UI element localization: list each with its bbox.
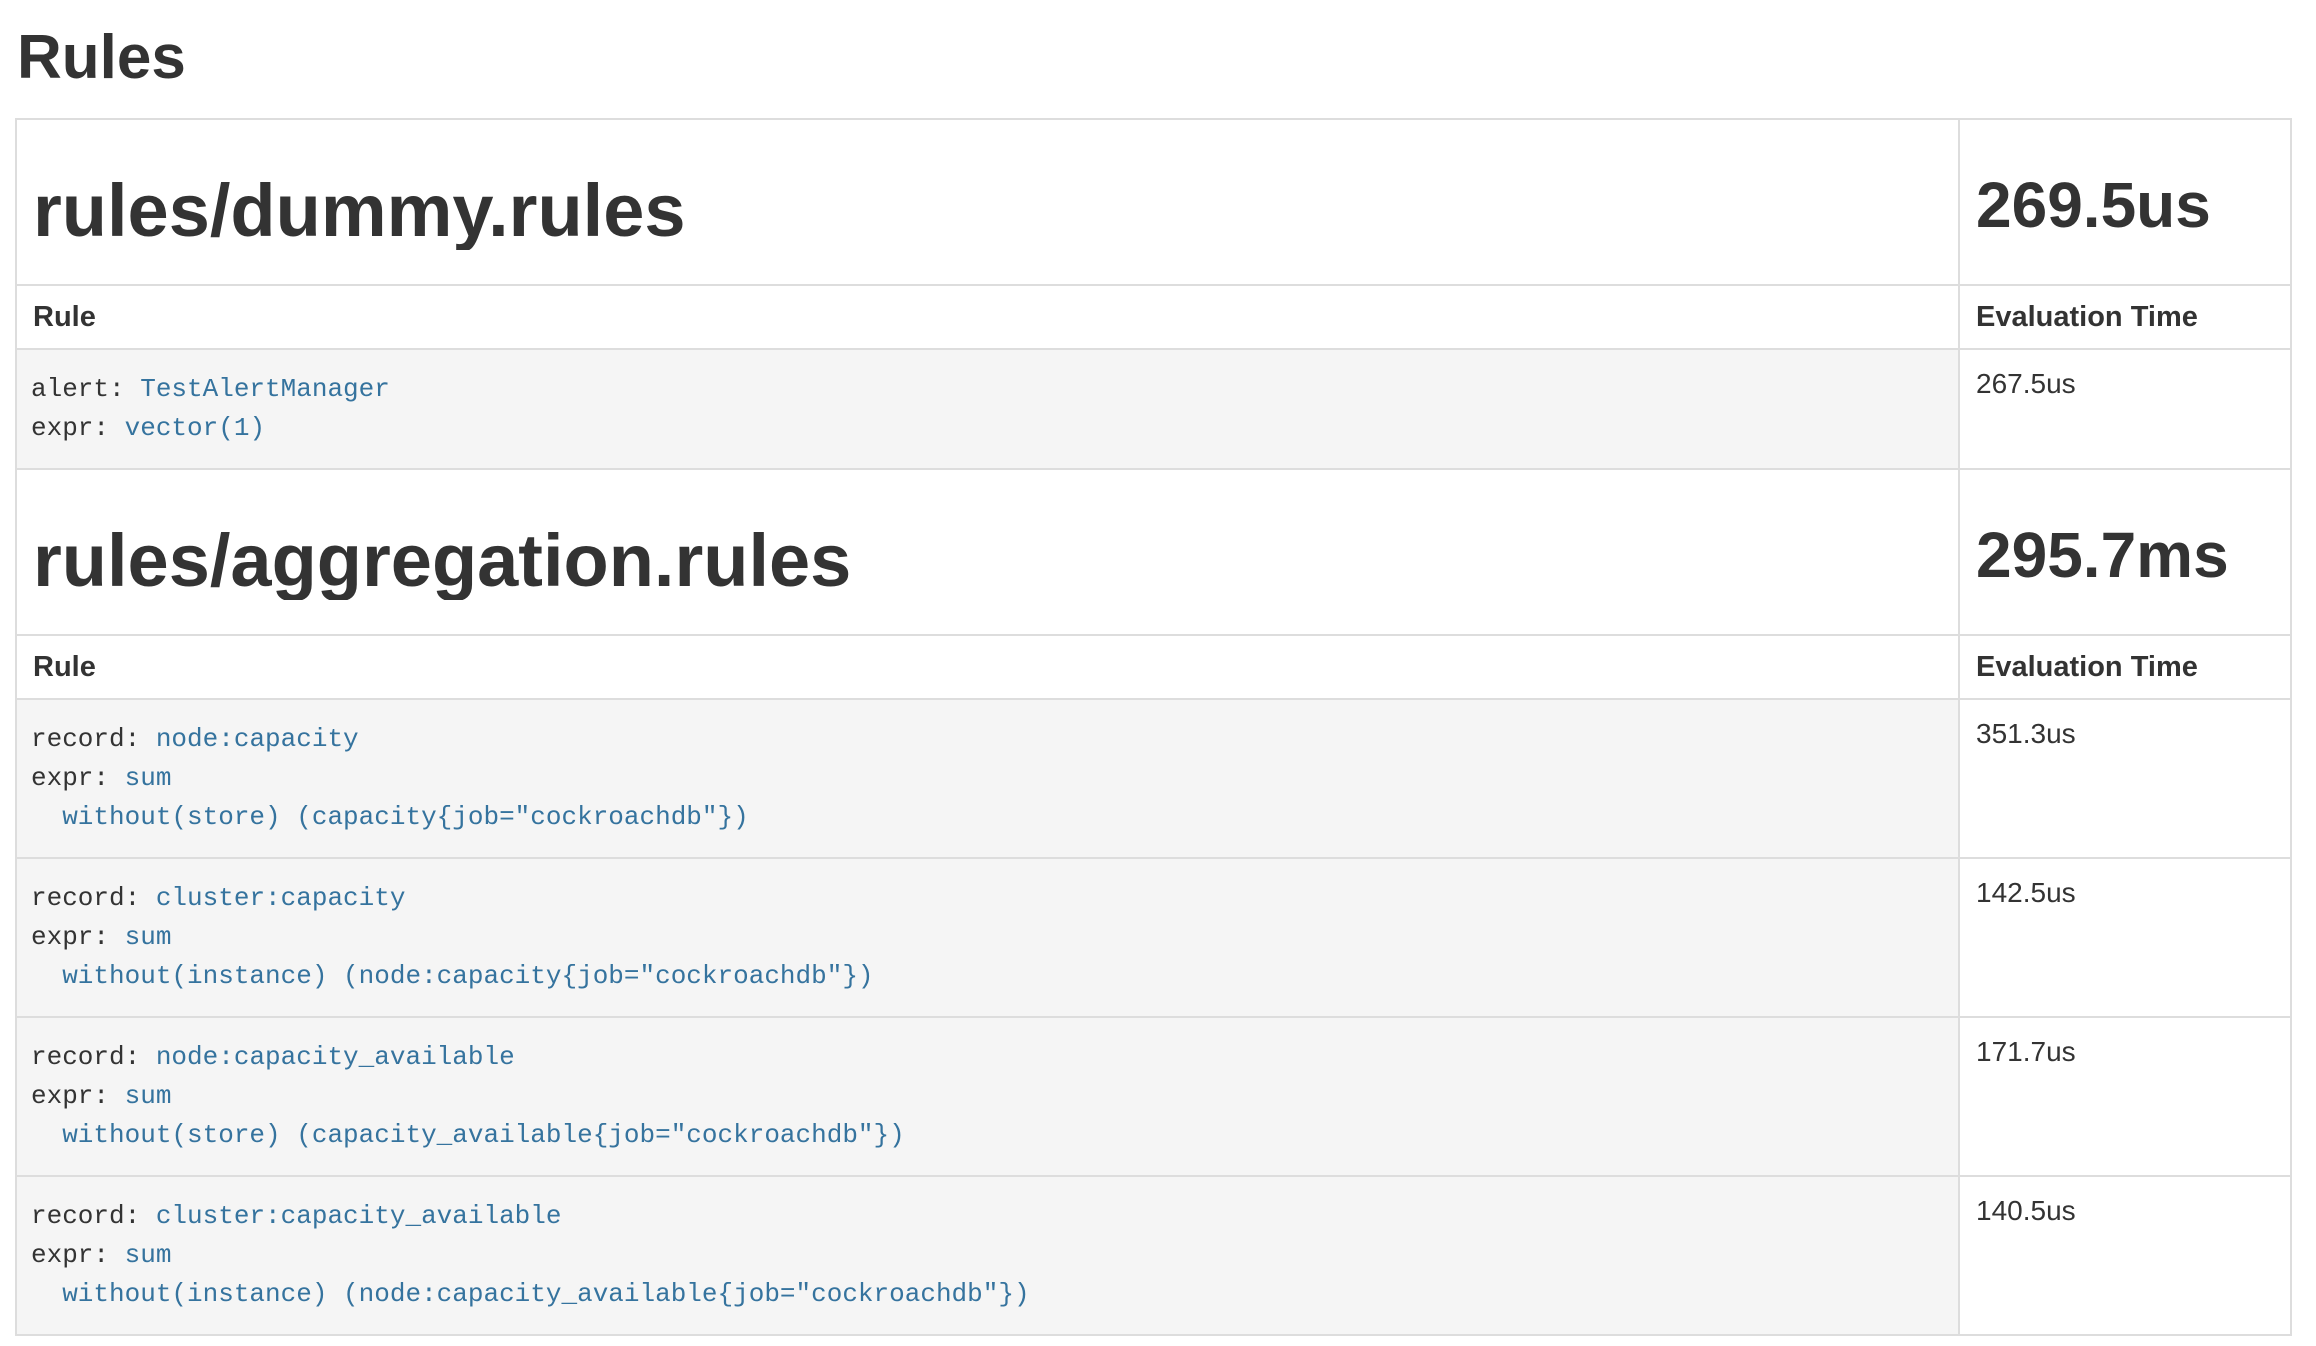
rule-name-link[interactable]: cluster:capacity_available [156, 1201, 562, 1231]
rule-evaluation-time: 140.5us [1959, 1176, 2291, 1335]
rule-row: record: node:capacity_available expr: su… [16, 1017, 2291, 1176]
rule-expr-label: expr: [31, 413, 125, 443]
rule-evaluation-time: 171.7us [1959, 1017, 2291, 1176]
rules-table: rules/dummy.rules 269.5us Rule Evaluatio… [15, 118, 2292, 1336]
rule-code-cell: record: cluster:capacity expr: sum witho… [16, 858, 1959, 1017]
rule-group-name-cell: rules/aggregation.rules [16, 469, 1959, 635]
rule-evaluation-time: 267.5us [1959, 349, 2291, 469]
rule-expr-link[interactable]: sum without(instance) (node:capacity{job… [31, 922, 874, 991]
rule-row: record: cluster:capacity expr: sum witho… [16, 858, 2291, 1017]
rule-name-link[interactable]: cluster:capacity [156, 883, 406, 913]
rule-name-link[interactable]: node:capacity [156, 724, 359, 754]
rule-expr-link[interactable]: vector(1) [125, 413, 265, 443]
rule-type-label: record: [31, 1201, 156, 1231]
rule-expr-link[interactable]: sum without(store) (capacity_available{j… [31, 1081, 905, 1150]
rule-type-label: alert: [31, 374, 140, 404]
rule-expr-link[interactable]: sum without(store) (capacity{job="cockro… [31, 763, 749, 832]
column-header-row: Rule Evaluation Time [16, 635, 2291, 699]
evaluation-time-column-header: Evaluation Time [1959, 285, 2291, 349]
rule-name-link[interactable]: TestAlertManager [140, 374, 390, 404]
rules-table-body: rules/dummy.rules 269.5us Rule Evaluatio… [16, 119, 2291, 1335]
page-title: Rules [17, 24, 2290, 92]
rule-code-cell: record: cluster:capacity_available expr:… [16, 1176, 1959, 1335]
rule-type-label: record: [31, 724, 156, 754]
column-header-row: Rule Evaluation Time [16, 285, 2291, 349]
rule-expr-label: expr: [31, 763, 125, 793]
rule-group-time-cell: 295.7ms [1959, 469, 2291, 635]
rule-code-cell: alert: TestAlertManager expr: vector(1) [16, 349, 1959, 469]
rule-group-evaluation-time: 269.5us [1976, 172, 2274, 239]
rule-column-header: Rule [16, 635, 1959, 699]
rule-group-header-row: rules/aggregation.rules 295.7ms [16, 469, 2291, 635]
rule-group-name-cell: rules/dummy.rules [16, 119, 1959, 285]
rule-column-header: Rule [16, 285, 1959, 349]
rule-evaluation-time: 142.5us [1959, 858, 2291, 1017]
rule-code: record: cluster:capacity expr: sum witho… [17, 859, 1958, 1016]
rule-name-link[interactable]: node:capacity_available [156, 1042, 515, 1072]
rule-group-evaluation-time: 295.7ms [1976, 522, 2274, 589]
rule-evaluation-time: 351.3us [1959, 699, 2291, 858]
rule-code: record: node:capacity_available expr: su… [17, 1018, 1958, 1175]
rule-code: record: node:capacity expr: sum without(… [17, 700, 1958, 857]
rule-code-cell: record: node:capacity expr: sum without(… [16, 699, 1959, 858]
rule-expr-label: expr: [31, 1081, 125, 1111]
rule-type-label: record: [31, 883, 156, 913]
rule-expr-label: expr: [31, 922, 125, 952]
rule-expr-label: expr: [31, 1240, 125, 1270]
rule-group-header-row: rules/dummy.rules 269.5us [16, 119, 2291, 285]
rule-code: alert: TestAlertManager expr: vector(1) [17, 350, 1958, 468]
rule-group-name: rules/aggregation.rules [33, 522, 1942, 600]
rule-group-time-cell: 269.5us [1959, 119, 2291, 285]
rule-expr-link[interactable]: sum without(instance) (node:capacity_ava… [31, 1240, 1030, 1309]
rule-group-name: rules/dummy.rules [33, 172, 1942, 250]
rule-row: record: node:capacity expr: sum without(… [16, 699, 2291, 858]
rule-row: record: cluster:capacity_available expr:… [16, 1176, 2291, 1335]
rule-code-cell: record: node:capacity_available expr: su… [16, 1017, 1959, 1176]
rule-row: alert: TestAlertManager expr: vector(1) … [16, 349, 2291, 469]
rule-type-label: record: [31, 1042, 156, 1072]
rule-code: record: cluster:capacity_available expr:… [17, 1177, 1958, 1334]
evaluation-time-column-header: Evaluation Time [1959, 635, 2291, 699]
